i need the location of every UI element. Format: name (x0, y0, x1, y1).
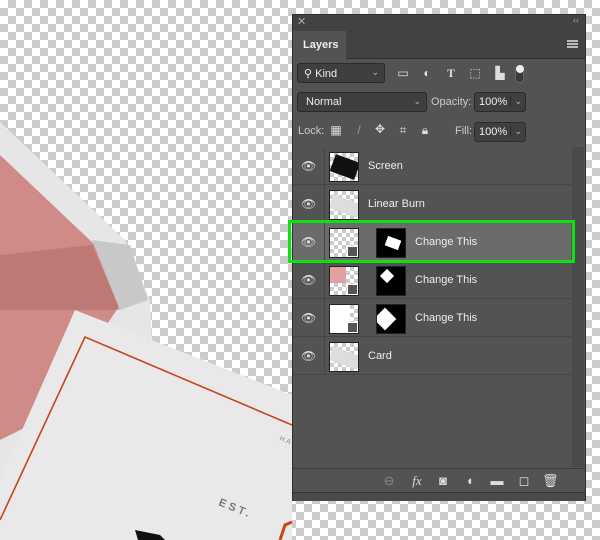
layer-row[interactable]: 👁︎ Change This (293, 261, 571, 299)
filter-kind-select[interactable]: ⚲ Kind ⌄ (297, 63, 385, 83)
layer-name[interactable]: Screen (368, 160, 403, 172)
filter-toggle[interactable] (515, 65, 524, 83)
panel-menu-icon[interactable] (567, 40, 578, 48)
smart-object-icon (347, 322, 358, 333)
chevron-down-icon[interactable]: ⌄ (510, 96, 522, 107)
mask-icon[interactable]: ◙ (435, 473, 451, 488)
chevron-down-icon[interactable]: ⌄ (510, 126, 522, 137)
blend-mode-select[interactable]: Normal ⌄ (297, 92, 427, 112)
double-chevron-icon[interactable]: ‹‹ (573, 15, 579, 25)
layers-list: 👁︎ Screen 👁︎ Linear Burn 👁︎ Change This … (293, 147, 571, 467)
lock-move-icon[interactable]: ✥ (372, 122, 388, 136)
fill-label: Fill: (455, 125, 473, 137)
eye-icon[interactable]: 👁︎ (301, 159, 316, 173)
shape-filter-icon[interactable]: ⬚ (467, 66, 483, 80)
lock-label: Lock: (298, 125, 325, 137)
eye-icon[interactable]: 👁︎ (301, 349, 316, 363)
layer-name[interactable]: Linear Burn (368, 198, 425, 210)
layer-row[interactable]: 👁︎ Screen (293, 147, 571, 185)
smart-object-filter-icon[interactable]: ▙ (492, 66, 508, 80)
lock-brush-icon[interactable]: / (351, 123, 367, 137)
layer-name[interactable]: Card (368, 350, 392, 362)
layer-row[interactable]: 👁︎ Change This (293, 299, 571, 337)
eye-icon[interactable]: 👁︎ (301, 273, 316, 287)
link-icon[interactable]: ⊖ (381, 473, 397, 489)
tab-layers[interactable]: Layers (293, 31, 346, 59)
panel-footer: ⊖ fx ◙ ◐ ▬ ◻ 🗑︎ (293, 468, 585, 492)
opacity-input[interactable]: 100% ⌄ (474, 92, 526, 112)
layer-row[interactable]: 👁︎ Linear Burn (293, 185, 571, 223)
lock-all-icon[interactable]: 🔒︎ (417, 123, 433, 138)
chevron-down-icon: ⌄ (413, 96, 421, 106)
search-icon: ⚲ (304, 68, 313, 80)
opacity-label: Opacity: (431, 96, 472, 108)
layer-row[interactable]: 👁︎ Card (293, 337, 571, 375)
canvas-artwork: EST. HA (0, 122, 292, 540)
opacity-value: 100% (479, 96, 508, 108)
panel-resize-grip[interactable] (293, 492, 585, 501)
panel-titlebar[interactable]: ✕ ‹‹ (293, 15, 585, 31)
trash-icon[interactable]: 🗑︎ (542, 473, 559, 489)
layer-thumbnail (329, 190, 359, 220)
layer-name[interactable]: Change This (415, 312, 477, 324)
new-layer-icon[interactable]: ◻ (516, 473, 532, 489)
adjustment-filter-icon[interactable]: ◐ (419, 66, 435, 80)
blend-mode-value: Normal (306, 96, 342, 108)
layer-thumbnail (329, 304, 359, 334)
type-filter-icon[interactable]: T (443, 66, 459, 81)
layer-mask-thumbnail[interactable] (376, 304, 406, 334)
folder-icon[interactable]: ▬ (489, 473, 505, 488)
layers-scrollbar[interactable] (572, 147, 584, 467)
eye-icon[interactable]: 👁︎ (301, 311, 316, 325)
layer-thumbnail (329, 152, 359, 182)
adjustment-icon[interactable]: ◐ (463, 473, 479, 488)
layer-thumbnail (329, 342, 359, 372)
fill-value: 100% (479, 126, 508, 138)
lock-transparent-icon[interactable]: ▦ (328, 123, 344, 137)
fx-icon[interactable]: fx (409, 473, 425, 489)
lock-artboard-icon[interactable]: ⌗ (395, 123, 411, 138)
image-filter-icon[interactable]: ▭ (395, 66, 411, 80)
chevron-down-icon: ⌄ (371, 67, 379, 77)
layer-name[interactable]: Change This (415, 274, 477, 286)
filter-kind-value: Kind (315, 68, 338, 80)
selected-layer-highlight (288, 220, 575, 263)
layer-mask-thumbnail[interactable] (376, 266, 406, 296)
eye-icon[interactable]: 👁︎ (301, 197, 316, 211)
layer-thumbnail (329, 266, 359, 296)
smart-object-icon (347, 284, 358, 295)
close-icon[interactable]: ✕ (297, 15, 306, 28)
fill-input[interactable]: 100% ⌄ (474, 122, 526, 142)
